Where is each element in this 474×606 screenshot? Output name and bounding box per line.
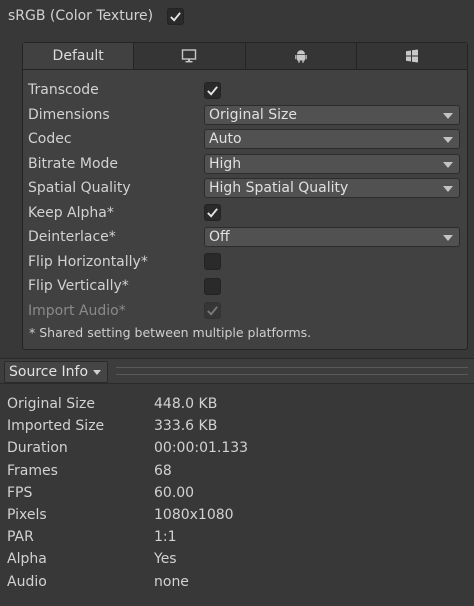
spatial-quality-row: Spatial Quality High Spatial Quality [28,176,464,201]
codec-label: Codec [28,131,72,148]
info-row: Duration 00:00:01.133 [7,437,467,459]
keep-alpha-checkbox[interactable] [204,204,221,222]
bitrate-mode-dropdown[interactable]: High [204,153,460,174]
tab-standalone[interactable] [134,43,246,69]
info-value: none [154,573,189,590]
info-row: Alpha Yes [7,548,467,570]
shared-setting-note: * Shared setting between multiple platfo… [29,325,312,340]
codec-dropdown[interactable]: Auto [204,129,460,150]
info-value: 333.6 KB [154,418,218,435]
transcode-label: Transcode [28,82,99,99]
info-key: Audio [7,573,47,590]
tab-windows[interactable] [356,43,467,69]
srgb-row: sRGB (Color Texture) [8,4,185,28]
chevron-down-icon [443,161,453,168]
video-import-inspector: sRGB (Color Texture) Default Transcode D… [0,0,474,606]
srgb-label: sRGB (Color Texture) [8,8,154,24]
info-row: Audio none [7,571,467,593]
info-key: FPS [7,484,33,501]
import-audio-row: Import Audio* [28,299,464,324]
transcode-row: Transcode [28,78,464,103]
spatial-quality-dropdown[interactable]: High Spatial Quality [204,178,460,199]
codec-row: Codec Auto [28,127,464,152]
dimensions-row: Dimensions Original Size [28,103,464,128]
bitrate-mode-row: Bitrate Mode High [28,152,464,177]
dimensions-value: Original Size [209,106,297,123]
keep-alpha-row: Keep Alpha* [28,201,464,226]
header-divider [116,367,468,375]
flip-vertically-checkbox[interactable] [204,277,221,295]
transcode-checkbox[interactable] [204,81,221,99]
info-key: Pixels [7,507,47,524]
info-value: 1:1 [154,529,177,546]
info-row: Original Size 448.0 KB [7,393,467,415]
flip-horizontally-label: Flip Horizontally* [28,253,148,270]
checkmark-icon [207,306,218,316]
checkmark-icon [207,208,218,218]
chevron-down-icon [443,137,453,144]
info-value: 00:00:01.133 [154,440,249,457]
tab-android[interactable] [245,43,357,69]
chevron-down-icon [93,369,102,375]
source-info-list: Original Size 448.0 KB Imported Size 333… [7,393,467,593]
windows-icon [405,49,418,63]
checkmark-icon [170,11,181,22]
tab-default[interactable]: Default [23,43,135,69]
deinterlace-label: Deinterlace* [28,229,116,246]
dimensions-dropdown[interactable]: Original Size [204,104,460,125]
info-value: 1080x1080 [154,507,234,524]
info-value: Yes [154,551,177,568]
info-row: PAR 1:1 [7,526,467,548]
info-key: Duration [7,440,68,457]
platform-tabs: Default [23,43,467,70]
import-audio-checkbox [204,302,221,320]
info-row: Pixels 1080x1080 [7,504,467,526]
settings-rows: Transcode Dimensions Original Size Codec… [28,78,464,323]
chevron-down-icon [443,186,453,193]
info-key: Imported Size [7,418,105,435]
import-audio-label: Import Audio* [28,302,126,319]
info-row: Frames 68 [7,460,467,482]
info-value: 60.00 [154,484,195,501]
info-key: Frames [7,462,58,479]
tab-default-label: Default [52,48,104,64]
info-value: 448.0 KB [154,396,218,413]
info-key: Alpha [7,551,47,568]
source-info-foldout[interactable]: Source Info [4,361,109,383]
info-key: Original Size [7,396,95,413]
bitrate-mode-value: High [209,155,242,172]
spatial-quality-label: Spatial Quality [28,180,131,197]
flip-vertically-label: Flip Vertically* [28,278,129,295]
info-row: Imported Size 333.6 KB [7,415,467,437]
source-info-header: Source Info [0,358,474,384]
dimensions-label: Dimensions [28,106,110,123]
srgb-checkbox[interactable] [167,7,185,25]
flip-vertically-row: Flip Vertically* [28,274,464,299]
codec-value: Auto [209,131,242,148]
deinterlace-row: Deinterlace* Off [28,225,464,250]
chevron-down-icon [443,235,453,242]
bitrate-mode-label: Bitrate Mode [28,155,119,172]
spatial-quality-value: High Spatial Quality [209,180,349,197]
keep-alpha-label: Keep Alpha* [28,204,114,221]
deinterlace-dropdown[interactable]: Off [204,227,460,248]
flip-horizontally-checkbox[interactable] [204,253,221,271]
source-info-title: Source Info [9,364,89,380]
checkmark-icon [207,85,218,96]
deinterlace-value: Off [209,229,230,246]
platform-settings-panel: Default Transcode Dimensions Original Si… [22,42,468,350]
chevron-down-icon [443,112,453,119]
android-icon [294,50,307,63]
info-value: 68 [154,462,172,479]
info-row: FPS 60.00 [7,482,467,504]
flip-horizontally-row: Flip Horizontally* [28,250,464,275]
monitor-icon [182,49,197,63]
info-key: PAR [7,529,34,546]
